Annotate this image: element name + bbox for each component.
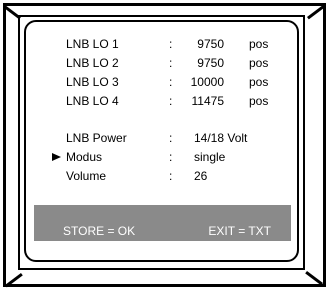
- setting-value: 10000: [190, 75, 224, 89]
- setting-row-modus[interactable]: Modus : single: [26, 147, 297, 167]
- setting-value: 9750: [197, 56, 224, 70]
- selection-arrow-icon: [52, 153, 61, 161]
- store-hint: STORE = OK: [63, 224, 136, 238]
- setting-colon: :: [169, 37, 173, 51]
- setting-unit: pos: [249, 94, 269, 108]
- setting-label: LNB LO 4: [66, 94, 119, 108]
- setting-colon: :: [169, 94, 173, 108]
- setting-row-lnb-lo-1[interactable]: LNB LO 1 : 9750 pos: [26, 34, 297, 54]
- setting-value: 14/18 Volt: [194, 131, 248, 145]
- setting-label: LNB Power: [66, 131, 127, 145]
- setting-label: Modus: [66, 150, 103, 164]
- setting-value: 9750: [197, 37, 224, 51]
- osd-screen: LNB LO 1 : 9750 pos LNB LO 2 : 9750 pos …: [24, 20, 299, 262]
- setting-value: 26: [194, 169, 208, 183]
- setting-unit: pos: [249, 56, 269, 70]
- setting-row-lnb-lo-3[interactable]: LNB LO 3 : 10000 pos: [26, 72, 297, 92]
- setting-colon: :: [169, 75, 173, 89]
- exit-hint: EXIT = TXT: [208, 224, 271, 238]
- setting-value: single: [194, 150, 226, 164]
- setting-label: LNB LO 3: [66, 75, 119, 89]
- setting-unit: pos: [249, 75, 269, 89]
- setting-label: LNB LO 1: [66, 37, 119, 51]
- setting-colon: :: [169, 169, 173, 183]
- footer-hint-bar: STORE = OK EXIT = TXT: [34, 205, 291, 241]
- setting-unit: pos: [249, 37, 269, 51]
- setting-label: Volume: [66, 169, 107, 183]
- tv-frame: LNB LO 1 : 9750 pos LNB LO 2 : 9750 pos …: [0, 0, 329, 290]
- setting-row-lnb-power[interactable]: LNB Power : 14/18 Volt: [26, 128, 297, 148]
- setting-colon: :: [169, 131, 173, 145]
- setting-value: 11475: [191, 94, 224, 108]
- setting-label: LNB LO 2: [66, 56, 119, 70]
- setting-colon: :: [169, 150, 173, 164]
- setting-colon: :: [169, 56, 173, 70]
- setting-row-lnb-lo-2[interactable]: LNB LO 2 : 9750 pos: [26, 53, 297, 73]
- setting-row-lnb-lo-4[interactable]: LNB LO 4 : 11475 pos: [26, 91, 297, 111]
- setting-row-volume[interactable]: Volume : 26: [26, 166, 297, 186]
